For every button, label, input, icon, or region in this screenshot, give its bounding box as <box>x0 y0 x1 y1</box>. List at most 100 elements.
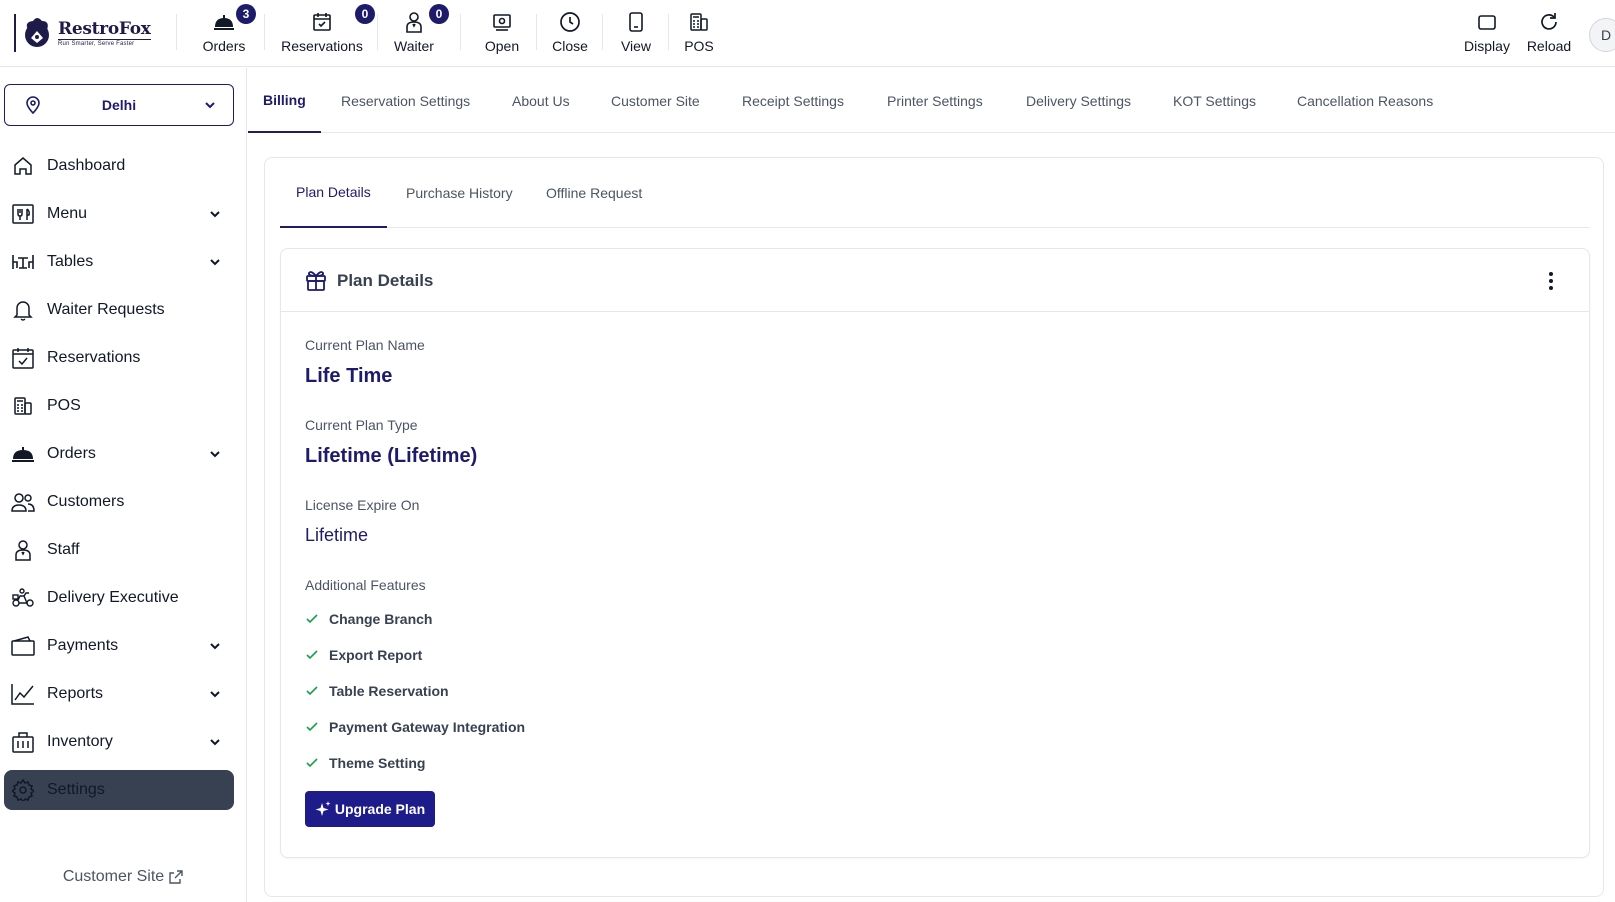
cloche-icon <box>11 442 35 466</box>
brand-logo[interactable]: RestroFox Run Smarter, Serve Faster <box>14 14 159 52</box>
topbar-display-button[interactable]: Display <box>1464 8 1510 58</box>
tab-about-us[interactable]: About Us <box>512 68 570 133</box>
location-pin-icon <box>26 96 40 114</box>
sidebar-item-label: Inventory <box>47 733 113 750</box>
topbar-waiter-button[interactable]: Waiter 0 <box>390 4 449 58</box>
calendar-check-icon <box>11 346 35 370</box>
upgrade-plan-button[interactable]: Upgrade Plan <box>305 791 435 827</box>
scooter-icon <box>11 586 35 610</box>
branch-selector[interactable]: Delhi <box>4 84 234 126</box>
sidebar-item-settings[interactable]: Settings <box>4 770 234 810</box>
feature-item: Export Report <box>305 637 525 673</box>
topbar-orders-button[interactable]: Orders 3 <box>198 4 256 58</box>
feature-label: Payment Gateway Integration <box>329 719 526 735</box>
sparkles-icon <box>315 801 331 816</box>
wallet-icon <box>11 634 35 658</box>
feature-label: Export Report <box>329 647 423 663</box>
tab-kot-settings[interactable]: KOT Settings <box>1173 68 1256 133</box>
sidebar-item-label: Dashboard <box>47 157 126 174</box>
divider <box>264 14 265 50</box>
brand-name: RestroFox <box>58 18 151 39</box>
sidebar-item-staff[interactable]: Staff <box>4 530 234 570</box>
sidebar-item-orders[interactable]: Orders <box>4 434 234 474</box>
sidebar-item-label: Delivery Executive <box>47 589 179 606</box>
tab-billing[interactable]: Billing <box>248 68 321 133</box>
calendar-check-icon <box>310 10 334 34</box>
users-icon <box>11 490 35 514</box>
sidebar-item-label: Reservations <box>47 349 141 366</box>
feature-label: Theme Setting <box>329 755 426 771</box>
divider <box>377 14 378 50</box>
sidebar-item-customers[interactable]: Customers <box>4 482 234 522</box>
brand-tagline: Run Smarter, Serve Faster <box>58 38 151 47</box>
user-avatar[interactable]: D <box>1589 18 1615 52</box>
tab-cancellation-reasons[interactable]: Cancellation Reasons <box>1297 68 1433 133</box>
chevron-down-icon <box>210 691 220 698</box>
current-plan-name: Life Time <box>305 365 393 387</box>
feature-label: Change Branch <box>329 611 433 627</box>
tab-reservation-settings[interactable]: Reservation Settings <box>341 68 470 133</box>
sidebar-item-inventory[interactable]: Inventory <box>4 722 234 762</box>
inventory-icon <box>11 730 35 754</box>
topbar-open-button[interactable]: Open <box>482 8 522 58</box>
topbar-pos-button[interactable]: POS <box>684 8 714 58</box>
display-icon <box>1475 10 1499 34</box>
feature-item: Table Reservation <box>305 673 525 709</box>
home-icon <box>11 154 35 178</box>
feature-label: Table Reservation <box>329 683 449 699</box>
billing-panel: Plan Details Purchase History Offline Re… <box>264 157 1604 897</box>
chevron-down-icon <box>210 739 220 746</box>
sidebar-item-label: Payments <box>47 637 119 654</box>
chevron-down-icon <box>210 211 220 218</box>
topbar-close-button[interactable]: Close <box>551 8 589 58</box>
external-link-icon <box>169 870 183 884</box>
divider <box>176 14 177 50</box>
sidebar-nav: Dashboard Menu Tables Waiter Requests Re… <box>4 146 234 818</box>
tab-delivery-settings[interactable]: Delivery Settings <box>1026 68 1131 133</box>
topbar-view-button[interactable]: View <box>619 8 653 58</box>
sidebar-item-pos[interactable]: POS <box>4 386 234 426</box>
subtab-plan-details[interactable]: Plan Details <box>280 158 387 228</box>
sidebar-item-payments[interactable]: Payments <box>4 626 234 666</box>
tab-receipt-settings[interactable]: Receipt Settings <box>742 68 844 133</box>
sidebar-item-label: Tables <box>47 253 94 270</box>
divider <box>536 14 537 50</box>
sidebar-item-reservations[interactable]: Reservations <box>4 338 234 378</box>
check-icon <box>306 758 318 768</box>
tab-customer-site[interactable]: Customer Site <box>611 68 700 133</box>
topbar-waiter-label: Waiter <box>394 38 434 54</box>
sidebar-item-label: POS <box>47 397 81 414</box>
tab-printer-settings[interactable]: Printer Settings <box>887 68 983 133</box>
waiter-icon <box>402 10 426 34</box>
sidebar-item-delivery-executive[interactable]: Delivery Executive <box>4 578 234 618</box>
topbar-reload-button[interactable]: Reload <box>1526 8 1572 58</box>
sidebar-item-reports[interactable]: Reports <box>4 674 234 714</box>
additional-features-label: Additional Features <box>305 577 426 593</box>
cloche-icon <box>212 10 236 34</box>
card-header: Plan Details <box>281 249 1589 312</box>
upgrade-plan-label: Upgrade Plan <box>334 801 426 817</box>
topbar-close-label: Close <box>552 38 588 54</box>
chef-hat-logo-icon <box>25 18 49 47</box>
customer-site-link[interactable]: Customer Site <box>0 852 247 902</box>
subtab-offline-request[interactable]: Offline Request <box>530 158 658 228</box>
chevron-down-icon <box>210 259 220 266</box>
open-register-icon <box>490 10 514 34</box>
customer-site-link-label: Customer Site <box>62 868 165 885</box>
more-options-icon[interactable] <box>1547 269 1555 293</box>
current-plan-type: Lifetime (Lifetime) <box>305 445 478 467</box>
sidebar-item-label: Orders <box>47 445 96 462</box>
topbar-reservations-button[interactable]: Reservations 0 <box>278 4 375 58</box>
subtab-purchase-history[interactable]: Purchase History <box>390 158 529 228</box>
sidebar-item-waiter-requests[interactable]: Waiter Requests <box>4 290 234 330</box>
sidebar-item-dashboard[interactable]: Dashboard <box>4 146 234 186</box>
plan-details-card: Plan Details Current Plan Name Life Time… <box>280 248 1590 858</box>
pos-icon <box>11 394 35 418</box>
sidebar-item-tables[interactable]: Tables <box>4 242 234 282</box>
staff-icon <box>11 538 35 562</box>
topbar-reload-label: Reload <box>1526 38 1572 54</box>
divider <box>602 14 603 50</box>
sidebar-item-label: Customers <box>47 493 125 510</box>
topbar-display-label: Display <box>1464 38 1510 54</box>
sidebar-item-menu[interactable]: Menu <box>4 194 234 234</box>
